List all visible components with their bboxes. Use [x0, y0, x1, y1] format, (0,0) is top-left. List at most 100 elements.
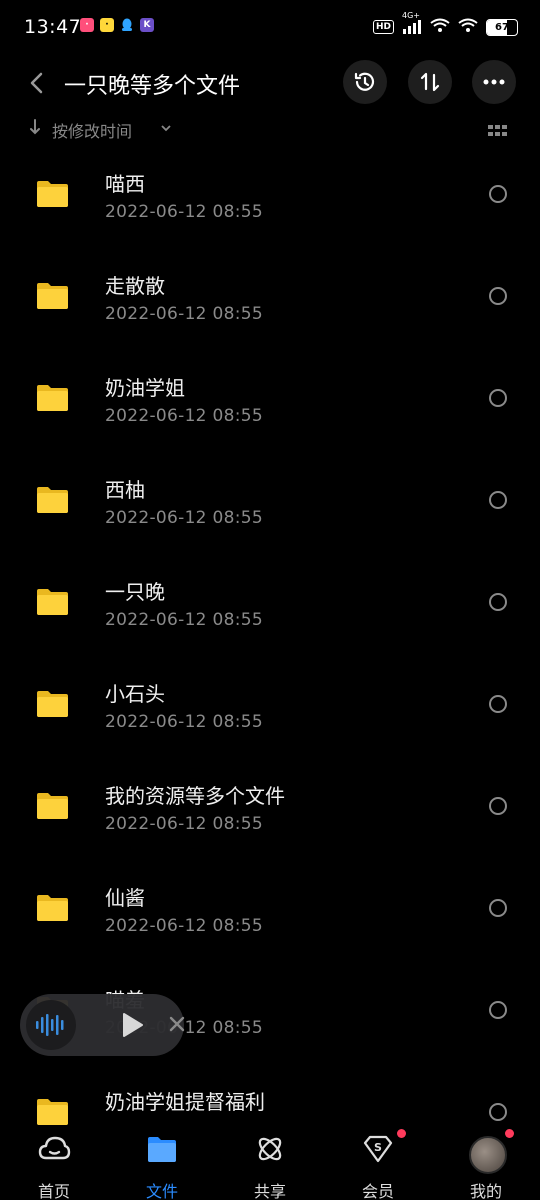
nav-mine-label: 我的: [469, 1182, 502, 1200]
folder-icon: [37, 181, 68, 207]
nav-home[interactable]: 首页: [0, 1126, 108, 1200]
sort-icon: [420, 72, 440, 92]
file-date: 2022-06-12 08:55: [105, 202, 263, 222]
page-title: 一只晚等多个文件: [64, 74, 241, 99]
select-radio[interactable]: [489, 185, 507, 203]
file-name: 一只晚: [105, 580, 165, 604]
select-radio[interactable]: [489, 797, 507, 815]
file-date: 2022-06-12 08:55: [105, 406, 263, 426]
nav-files-label: 文件: [145, 1182, 178, 1200]
file-name: 走散散: [105, 274, 165, 298]
status-indicators: HD 4G+ 67: [372, 11, 518, 37]
close-player-button[interactable]: [168, 1015, 186, 1037]
select-radio[interactable]: [489, 695, 507, 713]
file-date: 2022-06-12 08:55: [105, 814, 263, 834]
hd-badge: HD: [372, 20, 394, 34]
nav-share-label: 共享: [253, 1182, 286, 1200]
cloud-home-icon: [38, 1136, 71, 1160]
nav-share[interactable]: 共享: [216, 1126, 324, 1200]
back-button[interactable]: [22, 68, 52, 98]
notification-dot: [397, 1129, 406, 1138]
close-icon: [169, 1016, 185, 1032]
sort-label[interactable]: 按修改时间: [52, 118, 132, 142]
diamond-vip-icon: S: [363, 1135, 393, 1163]
audio-waveform-icon[interactable]: [26, 1000, 76, 1050]
file-row[interactable]: 我的资源等多个文件 2022-06-12 08:55: [0, 756, 540, 858]
file-row[interactable]: 仙酱 2022-06-12 08:55: [0, 858, 540, 960]
select-radio[interactable]: [489, 491, 507, 509]
file-name: 奶油学姐: [105, 376, 185, 400]
header: 一只晚等多个文件: [0, 54, 540, 114]
sort-direction-icon[interactable]: [28, 118, 42, 140]
history-button[interactable]: [343, 60, 387, 104]
more-button[interactable]: [472, 60, 516, 104]
status-bar: 13:47 · · K HD 4G+ 67: [0, 0, 540, 54]
folder-icon: [37, 1099, 68, 1125]
file-date: 2022-06-12 08:55: [105, 610, 263, 630]
wifi-calling-icon: [430, 17, 450, 37]
select-radio[interactable]: [489, 1001, 507, 1019]
battery-icon: 67: [486, 18, 518, 36]
status-app-icons: · · K: [80, 18, 154, 32]
file-row[interactable]: 小石头 2022-06-12 08:55: [0, 654, 540, 756]
folder-icon: [37, 385, 68, 411]
folder-icon: [37, 589, 68, 615]
file-name: 我的资源等多个文件: [105, 784, 285, 808]
bottom-nav: 首页 文件 共享 S 会员 我的: [0, 1126, 540, 1200]
app-notification-icon: ·: [80, 18, 94, 32]
grid-view-icon[interactable]: [488, 122, 508, 141]
folder-icon: [37, 895, 68, 921]
file-date: 2022-06-12 08:55: [105, 916, 263, 936]
chevron-down-icon[interactable]: [160, 119, 172, 138]
floating-audio-player[interactable]: [20, 994, 186, 1056]
battery-level: 67: [495, 21, 509, 33]
file-name: 小石头: [105, 682, 165, 706]
sort-row: 按修改时间: [0, 114, 540, 144]
file-name: 仙酱: [105, 886, 145, 910]
nav-vip-label: 会员: [361, 1182, 394, 1200]
folder-icon: [37, 487, 68, 513]
select-radio[interactable]: [489, 1103, 507, 1121]
wifi-icon: [458, 17, 478, 37]
file-name: 西柚: [105, 478, 145, 502]
status-time: 13:47: [24, 16, 82, 38]
file-row[interactable]: 奶油学姐 2022-06-12 08:55: [0, 348, 540, 450]
file-date: 2022-06-12 08:55: [105, 712, 263, 732]
folder-icon: [37, 283, 68, 309]
file-row[interactable]: 喵西 2022-06-12 08:55: [0, 144, 540, 246]
more-icon: [483, 79, 505, 85]
file-row[interactable]: 走散散 2022-06-12 08:55: [0, 246, 540, 348]
folder-active-icon: [148, 1137, 176, 1162]
file-name: 奶油学姐提督福利: [105, 1090, 265, 1114]
file-date: 2022-06-12 08:55: [105, 508, 263, 528]
nav-files[interactable]: 文件: [108, 1126, 216, 1200]
chevron-left-icon: [30, 72, 43, 94]
screen: 13:47 · · K HD 4G+ 67 一只晚等多个文件 按修改时间 喵西 …: [0, 0, 540, 1200]
play-button[interactable]: [120, 1011, 146, 1043]
play-icon: [123, 1013, 143, 1037]
share-orbit-icon: [258, 1137, 282, 1161]
file-row[interactable]: 一只晚 2022-06-12 08:55: [0, 552, 540, 654]
network-type: 4G+: [402, 11, 420, 20]
select-radio[interactable]: [489, 593, 507, 611]
nav-home-label: 首页: [37, 1182, 70, 1200]
notification-dot: [505, 1129, 514, 1138]
sort-button[interactable]: [408, 60, 452, 104]
avatar: [469, 1136, 507, 1174]
nav-mine[interactable]: 我的: [432, 1126, 540, 1200]
select-radio[interactable]: [489, 899, 507, 917]
app-notification-icon: K: [140, 18, 154, 32]
qq-icon: [120, 18, 134, 32]
file-row[interactable]: 西柚 2022-06-12 08:55: [0, 450, 540, 552]
cellular-signal-icon: 4G+: [402, 11, 422, 34]
select-radio[interactable]: [489, 389, 507, 407]
folder-icon: [37, 691, 68, 717]
file-name: 喵西: [105, 172, 145, 196]
file-date: 2022-06-12 08:55: [105, 304, 263, 324]
select-radio[interactable]: [489, 287, 507, 305]
app-notification-icon: ·: [100, 18, 114, 32]
svg-text:S: S: [374, 1141, 382, 1154]
history-icon: [354, 72, 375, 91]
folder-icon: [37, 793, 68, 819]
nav-vip[interactable]: S 会员: [324, 1126, 432, 1200]
